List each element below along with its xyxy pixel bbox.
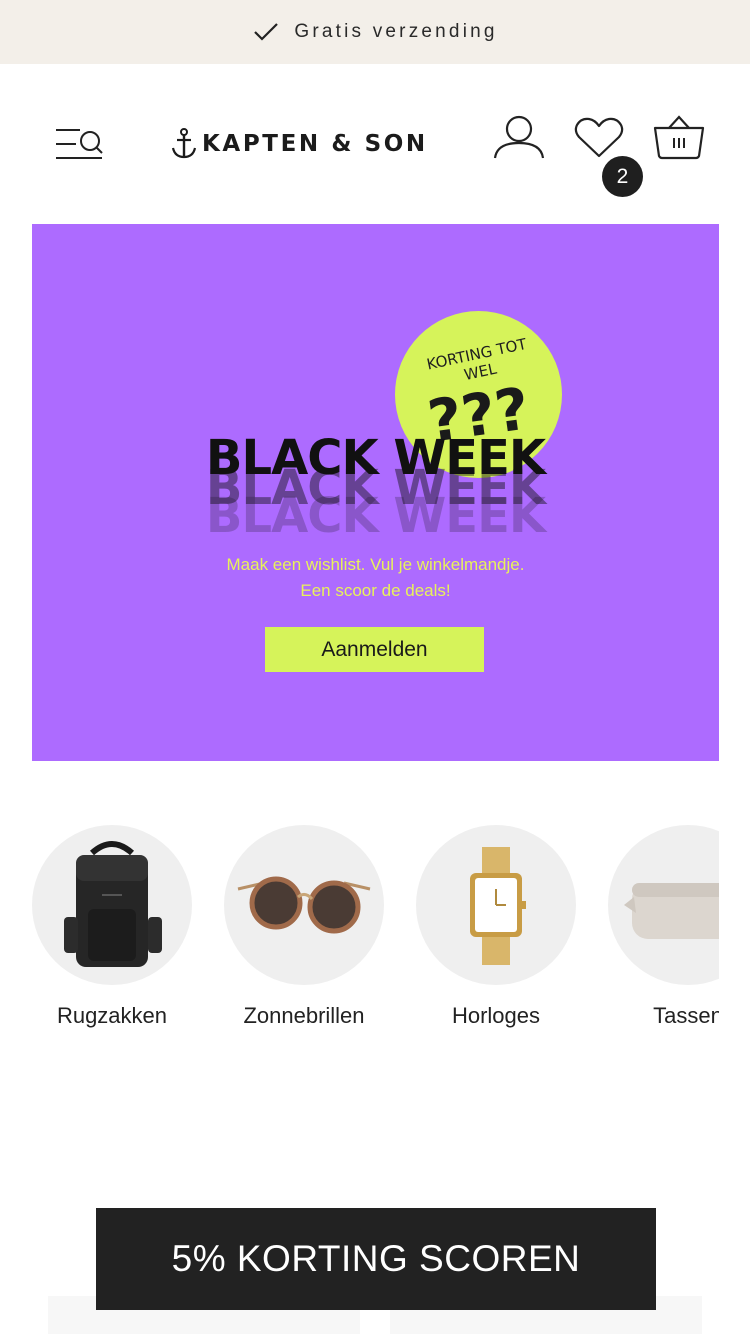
shipping-bar: Gratis verzending xyxy=(0,0,750,64)
category-image xyxy=(32,825,192,985)
brand-name: KAPTEN & SON xyxy=(202,131,428,157)
category-item-backpacks[interactable]: Rugzakken xyxy=(32,825,192,1029)
category-image xyxy=(416,825,576,985)
category-label: Zonnebrillen xyxy=(243,1003,365,1028)
black-week-banner[interactable]: KORTING TOT WEL ??? BLACK WEEK BLACK WEEK… xyxy=(32,224,719,761)
category-image xyxy=(224,825,384,985)
user-icon[interactable] xyxy=(492,114,546,160)
bag-icon xyxy=(624,883,719,939)
heart-icon[interactable] xyxy=(573,116,625,160)
signup-button[interactable]: Aanmelden xyxy=(265,627,484,672)
banner-tagline: Maak een wishlist. Vul je winkelmandje. E… xyxy=(226,555,525,600)
basket-icon[interactable] xyxy=(652,114,706,160)
category-item-bags[interactable]: Tassen xyxy=(608,825,719,1029)
discount-promo-button[interactable]: 5% KORTING SCOREN xyxy=(96,1208,656,1310)
wishlist-count-badge: 2 xyxy=(602,156,643,197)
anchor-icon xyxy=(171,128,197,159)
category-label: Rugzakken xyxy=(56,1003,168,1028)
backpack-icon xyxy=(64,841,162,967)
menu-search-icon[interactable] xyxy=(54,126,106,162)
category-carousel[interactable]: Rugzakken Zonnebrillen Horloges Tassen xyxy=(0,825,719,1055)
category-image xyxy=(608,825,719,985)
category-item-watches[interactable]: Horloges xyxy=(416,825,576,1029)
watch-icon xyxy=(470,847,526,965)
category-label: Horloges xyxy=(451,1003,541,1028)
brand-logo[interactable]: KAPTEN & SON xyxy=(170,128,428,160)
banner-headline: BLACK WEEK xyxy=(205,430,546,486)
category-label: Tassen xyxy=(653,1003,719,1028)
shipping-text: Gratis verzending xyxy=(294,21,498,42)
check-icon xyxy=(254,23,279,41)
site-header: KAPTEN & SON 2 xyxy=(0,64,750,204)
category-item-sunglasses[interactable]: Zonnebrillen xyxy=(224,825,384,1029)
sunglasses-icon xyxy=(237,876,371,934)
